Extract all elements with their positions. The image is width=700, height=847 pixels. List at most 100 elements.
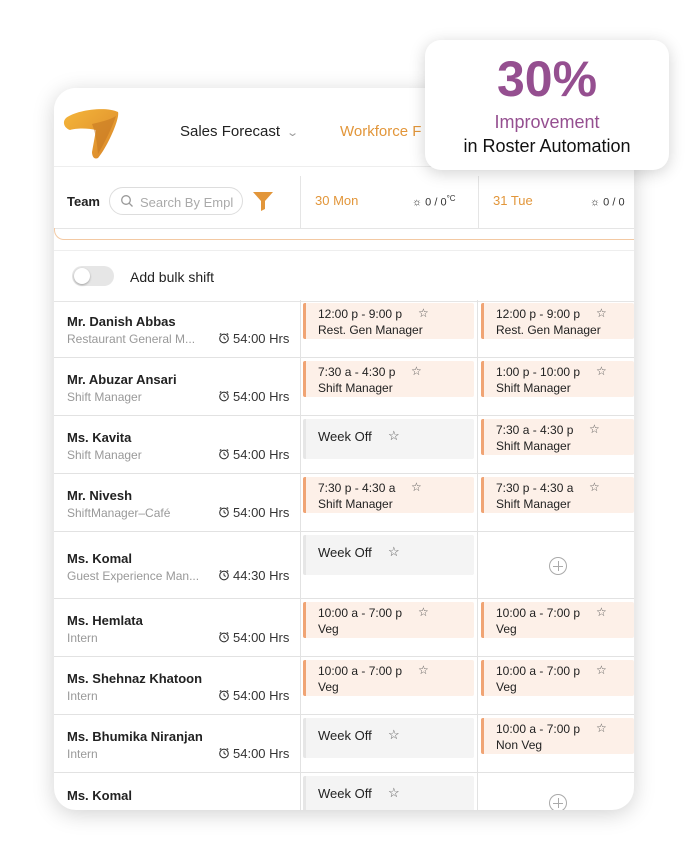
day-label: 31 Tue: [493, 193, 533, 208]
employee-hours: 54:00 Hrs: [218, 688, 289, 703]
employee-cell[interactable]: Mr. Nivesh ShiftManager–Café 54:00 Hrs: [54, 474, 301, 531]
shift-block[interactable]: 10:00 a - 7:00 p ☆ Veg: [481, 660, 634, 696]
employee-cell[interactable]: Ms. Kavita Shift Manager 54:00 Hrs: [54, 416, 301, 473]
shift-time: 7:30 a - 4:30 p: [496, 423, 574, 437]
star-icon[interactable]: ☆: [596, 306, 607, 320]
search-input[interactable]: [138, 192, 242, 212]
employee-cell[interactable]: Mr. Abuzar Ansari Shift Manager 54:00 Hrs: [54, 358, 301, 415]
plus-circle-icon[interactable]: [549, 794, 567, 810]
employee-cell[interactable]: Ms. Komal Guest Experience Man... 44:30 Hr…: [54, 532, 301, 598]
day-cell[interactable]: 10:00 a - 7:00 p ☆ Non Veg: [478, 715, 634, 772]
brand-logo[interactable]: [62, 106, 122, 162]
nav-workforce[interactable]: Workforce F: [340, 123, 421, 140]
employee-cell[interactable]: Ms. Hemlata Intern 54:00 Hrs: [54, 599, 301, 656]
week-off-block[interactable]: Week Off ☆: [303, 776, 474, 810]
shift-block[interactable]: 10:00 a - 7:00 p ☆ Veg: [303, 602, 474, 638]
alarm-clock-icon: [218, 631, 230, 643]
employee-hours: 54:00 Hrs: [218, 331, 289, 346]
hours-value: 54:00 Hrs: [233, 630, 290, 645]
star-icon[interactable]: ☆: [596, 721, 607, 735]
day-cell[interactable]: 10:00 a - 7:00 p ☆ Veg: [478, 599, 634, 656]
day-cell[interactable]: 12:00 p - 9:00 p ☆ Rest. Gen Manager: [478, 300, 634, 357]
employee-cell[interactable]: Ms. Shehnaz Khatoon Intern 54:00 Hrs: [54, 657, 301, 714]
star-icon[interactable]: ☆: [418, 663, 429, 677]
day-cell[interactable]: Week Off ☆: [300, 773, 478, 810]
shift-block[interactable]: 1:00 p - 10:00 p ☆ Shift Manager: [481, 361, 634, 397]
shift-time: 7:30 p - 4:30 a: [318, 481, 396, 495]
shift-role: Veg: [496, 680, 517, 694]
shift-block[interactable]: 10:00 a - 7:00 p ☆ Veg: [481, 602, 634, 638]
shift-block[interactable]: 7:30 a - 4:30 p ☆ Shift Manager: [303, 361, 474, 397]
nav-sales-forecast[interactable]: Sales Forecast ⌄: [180, 123, 299, 140]
hours-value: 54:00 Hrs: [233, 331, 290, 346]
employee-role: Shift Manager: [67, 448, 142, 462]
day-cell[interactable]: 1:00 p - 10:00 p ☆ Shift Manager: [478, 358, 634, 415]
employee-name: Mr. Abuzar Ansari: [67, 372, 177, 387]
star-icon[interactable]: ☆: [411, 364, 422, 378]
star-icon[interactable]: ☆: [411, 480, 422, 494]
star-icon[interactable]: ☆: [596, 663, 607, 677]
hours-value: 54:00 Hrs: [233, 746, 290, 761]
day-cell[interactable]: Week Off ☆: [300, 715, 478, 772]
star-icon[interactable]: ☆: [388, 727, 400, 743]
star-icon[interactable]: ☆: [388, 785, 400, 801]
shift-block[interactable]: 10:00 a - 7:00 p ☆ Veg: [303, 660, 474, 696]
day-label: 30 Mon: [315, 193, 359, 208]
star-icon[interactable]: ☆: [596, 605, 607, 619]
day-cell[interactable]: 7:30 p - 4:30 a ☆ Shift Manager: [478, 474, 634, 531]
weather-unit: °C: [446, 194, 456, 203]
week-off-block[interactable]: Week Off ☆: [303, 535, 474, 575]
shift-role: Rest. Gen Manager: [496, 323, 601, 337]
table-row: Ms. Komal Guest Experience Man... 44:30 Hr…: [54, 532, 634, 599]
day-header-tue[interactable]: 31 Tue ☼ 0 / 0: [478, 176, 634, 228]
day-cell[interactable]: 10:00 a - 7:00 p ☆ Veg: [478, 657, 634, 714]
plus-circle-icon[interactable]: [549, 557, 567, 575]
hours-value: 54:00 Hrs: [233, 688, 290, 703]
employee-cell[interactable]: Ms. Komal: [54, 773, 301, 810]
day-cell[interactable]: [478, 532, 634, 598]
shift-block[interactable]: 7:30 a - 4:30 p ☆ Shift Manager: [481, 419, 634, 455]
filter-icon[interactable]: [252, 191, 274, 211]
search-box[interactable]: [109, 187, 243, 215]
star-icon[interactable]: ☆: [418, 306, 429, 320]
shift-block[interactable]: 7:30 p - 4:30 a ☆ Shift Manager: [481, 477, 634, 513]
day-cell[interactable]: Week Off ☆: [300, 532, 478, 598]
star-icon[interactable]: ☆: [589, 480, 600, 494]
day-header-mon[interactable]: 30 Mon ☼ 0 / 0°C: [300, 176, 479, 228]
shift-role: Veg: [318, 680, 339, 694]
day-cell[interactable]: [478, 773, 634, 810]
employee-cell[interactable]: Mr. Danish Abbas Restaurant General M... 5…: [54, 300, 301, 357]
search-icon: [121, 195, 133, 207]
star-icon[interactable]: ☆: [418, 605, 429, 619]
day-cell[interactable]: 10:00 a - 7:00 p ☆ Veg: [300, 657, 478, 714]
day-cell[interactable]: 7:30 a - 4:30 p ☆ Shift Manager: [300, 358, 478, 415]
day-cell[interactable]: 7:30 a - 4:30 p ☆ Shift Manager: [478, 416, 634, 473]
roster-card: Sales Forecast ⌄ Workforce F Team 30 Mon …: [54, 88, 634, 810]
shift-block[interactable]: 12:00 p - 9:00 p ☆ Rest. Gen Manager: [481, 303, 634, 339]
hours-value: 54:00 Hrs: [233, 389, 290, 404]
shift-block[interactable]: 10:00 a - 7:00 p ☆ Non Veg: [481, 718, 634, 754]
employee-name: Mr. Danish Abbas: [67, 314, 176, 329]
day-cell[interactable]: 7:30 p - 4:30 a ☆ Shift Manager: [300, 474, 478, 531]
day-cell[interactable]: Week Off ☆: [300, 416, 478, 473]
bulk-shift-toggle[interactable]: [72, 266, 114, 286]
employee-name: Ms. Hemlata: [67, 613, 143, 628]
star-icon[interactable]: ☆: [589, 422, 600, 436]
week-off-block[interactable]: Week Off ☆: [303, 718, 474, 758]
alarm-clock-icon: [218, 448, 230, 460]
shift-role: Veg: [496, 622, 517, 636]
shift-role: Veg: [318, 622, 339, 636]
employee-name: Ms. Bhumika Niranjan: [67, 729, 203, 744]
shift-block[interactable]: 12:00 p - 9:00 p ☆ Rest. Gen Manager: [303, 303, 474, 339]
day-cell[interactable]: 12:00 p - 9:00 p ☆ Rest. Gen Manager: [300, 300, 478, 357]
week-off-block[interactable]: Week Off ☆: [303, 419, 474, 459]
employee-cell[interactable]: Ms. Bhumika Niranjan Intern 54:00 Hrs: [54, 715, 301, 772]
table-row: Ms. Komal Week Off ☆: [54, 773, 634, 810]
day-cell[interactable]: 10:00 a - 7:00 p ☆ Veg: [300, 599, 478, 656]
star-icon[interactable]: ☆: [596, 364, 607, 378]
star-icon[interactable]: ☆: [388, 544, 400, 560]
sun-icon: ☼: [590, 196, 601, 209]
alarm-clock-icon: [218, 506, 230, 518]
shift-block[interactable]: 7:30 p - 4:30 a ☆ Shift Manager: [303, 477, 474, 513]
star-icon[interactable]: ☆: [388, 428, 400, 444]
